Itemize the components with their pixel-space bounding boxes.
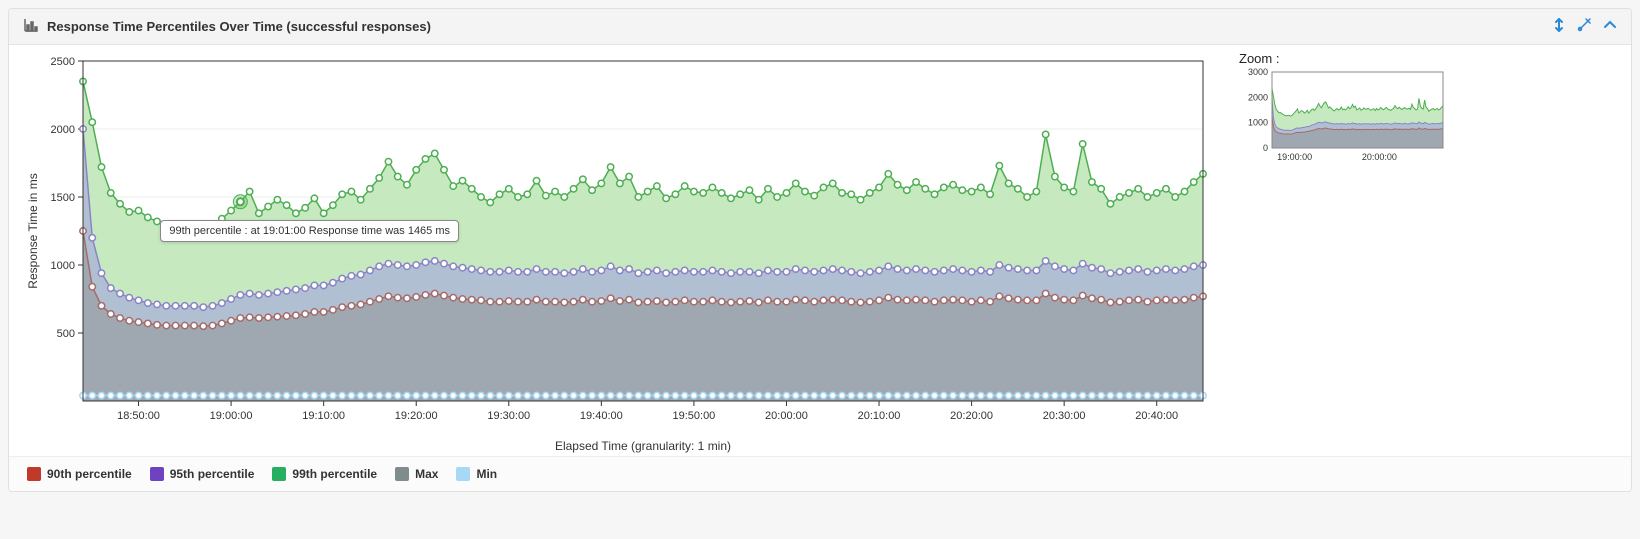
- main-chart[interactable]: 500 1000 1500 2000 2500 18:50:00 19:00:00 19:10…: [23, 51, 1213, 456]
- legend-label: 99th percentile: [292, 467, 377, 481]
- legend-label: 95th percentile: [170, 467, 255, 481]
- svg-text:Elapsed Time (granularity: 1 m: Elapsed Time (granularity: 1 min): [555, 439, 731, 453]
- svg-text:1500: 1500: [51, 192, 75, 204]
- svg-text:20:00:00: 20:00:00: [765, 410, 808, 422]
- svg-text:20:20:00: 20:20:00: [950, 410, 993, 422]
- zoom-label: Zoom :: [1239, 51, 1447, 66]
- chart-icon: [23, 17, 39, 36]
- svg-text:3000: 3000: [1248, 68, 1268, 77]
- svg-text:19:20:00: 19:20:00: [395, 410, 438, 422]
- svg-text:20:10:00: 20:10:00: [858, 410, 901, 422]
- svg-text:1000: 1000: [1248, 118, 1268, 128]
- expand-vertical-icon[interactable]: [1553, 18, 1565, 35]
- legend-swatch: [456, 467, 470, 481]
- svg-text:20:40:00: 20:40:00: [1135, 410, 1178, 422]
- legend-swatch: [150, 467, 164, 481]
- legend-item[interactable]: Min: [456, 467, 497, 481]
- svg-text:500: 500: [57, 328, 75, 340]
- zoom-chart[interactable]: Zoom : 0 1000 2000 3000 19:00:00 20:00:00: [1237, 51, 1447, 171]
- legend: 90th percentile 95th percentile 99th perce…: [9, 456, 1631, 491]
- legend-swatch: [272, 467, 286, 481]
- legend-item[interactable]: 95th percentile: [150, 467, 255, 481]
- legend-label: 90th percentile: [47, 467, 132, 481]
- svg-text:19:50:00: 19:50:00: [672, 410, 715, 422]
- settings-icon[interactable]: [1577, 18, 1591, 35]
- svg-text:2000: 2000: [51, 124, 75, 136]
- svg-text:18:50:00: 18:50:00: [117, 410, 160, 422]
- legend-label: Max: [415, 467, 438, 481]
- legend-label: Min: [476, 467, 497, 481]
- panel-header: Response Time Percentiles Over Time (suc…: [9, 9, 1631, 45]
- svg-text:20:30:00: 20:30:00: [1043, 410, 1086, 422]
- chart-panel: Response Time Percentiles Over Time (suc…: [8, 8, 1632, 492]
- panel-title: Response Time Percentiles Over Time (suc…: [47, 19, 431, 34]
- svg-text:2500: 2500: [51, 56, 75, 68]
- panel-body: 500 1000 1500 2000 2500 18:50:00 19:00:00 19:10…: [9, 45, 1631, 456]
- chart-tooltip: 99th percentile : at 19:01:00 Response t…: [160, 220, 459, 242]
- collapse-icon[interactable]: [1603, 18, 1617, 35]
- legend-item[interactable]: 99th percentile: [272, 467, 377, 481]
- legend-item[interactable]: Max: [395, 467, 438, 481]
- legend-swatch: [395, 467, 409, 481]
- svg-text:19:00:00: 19:00:00: [210, 410, 253, 422]
- svg-text:19:30:00: 19:30:00: [487, 410, 530, 422]
- svg-text:Response Time in ms: Response Time in ms: [26, 173, 40, 288]
- svg-text:1000: 1000: [51, 260, 75, 272]
- svg-text:0: 0: [1263, 143, 1268, 153]
- svg-text:2000: 2000: [1248, 92, 1268, 102]
- svg-text:19:40:00: 19:40:00: [580, 410, 623, 422]
- svg-text:19:10:00: 19:10:00: [302, 410, 345, 422]
- legend-swatch: [27, 467, 41, 481]
- svg-text:20:00:00: 20:00:00: [1362, 152, 1397, 162]
- svg-text:19:00:00: 19:00:00: [1277, 152, 1312, 162]
- legend-item[interactable]: 90th percentile: [27, 467, 132, 481]
